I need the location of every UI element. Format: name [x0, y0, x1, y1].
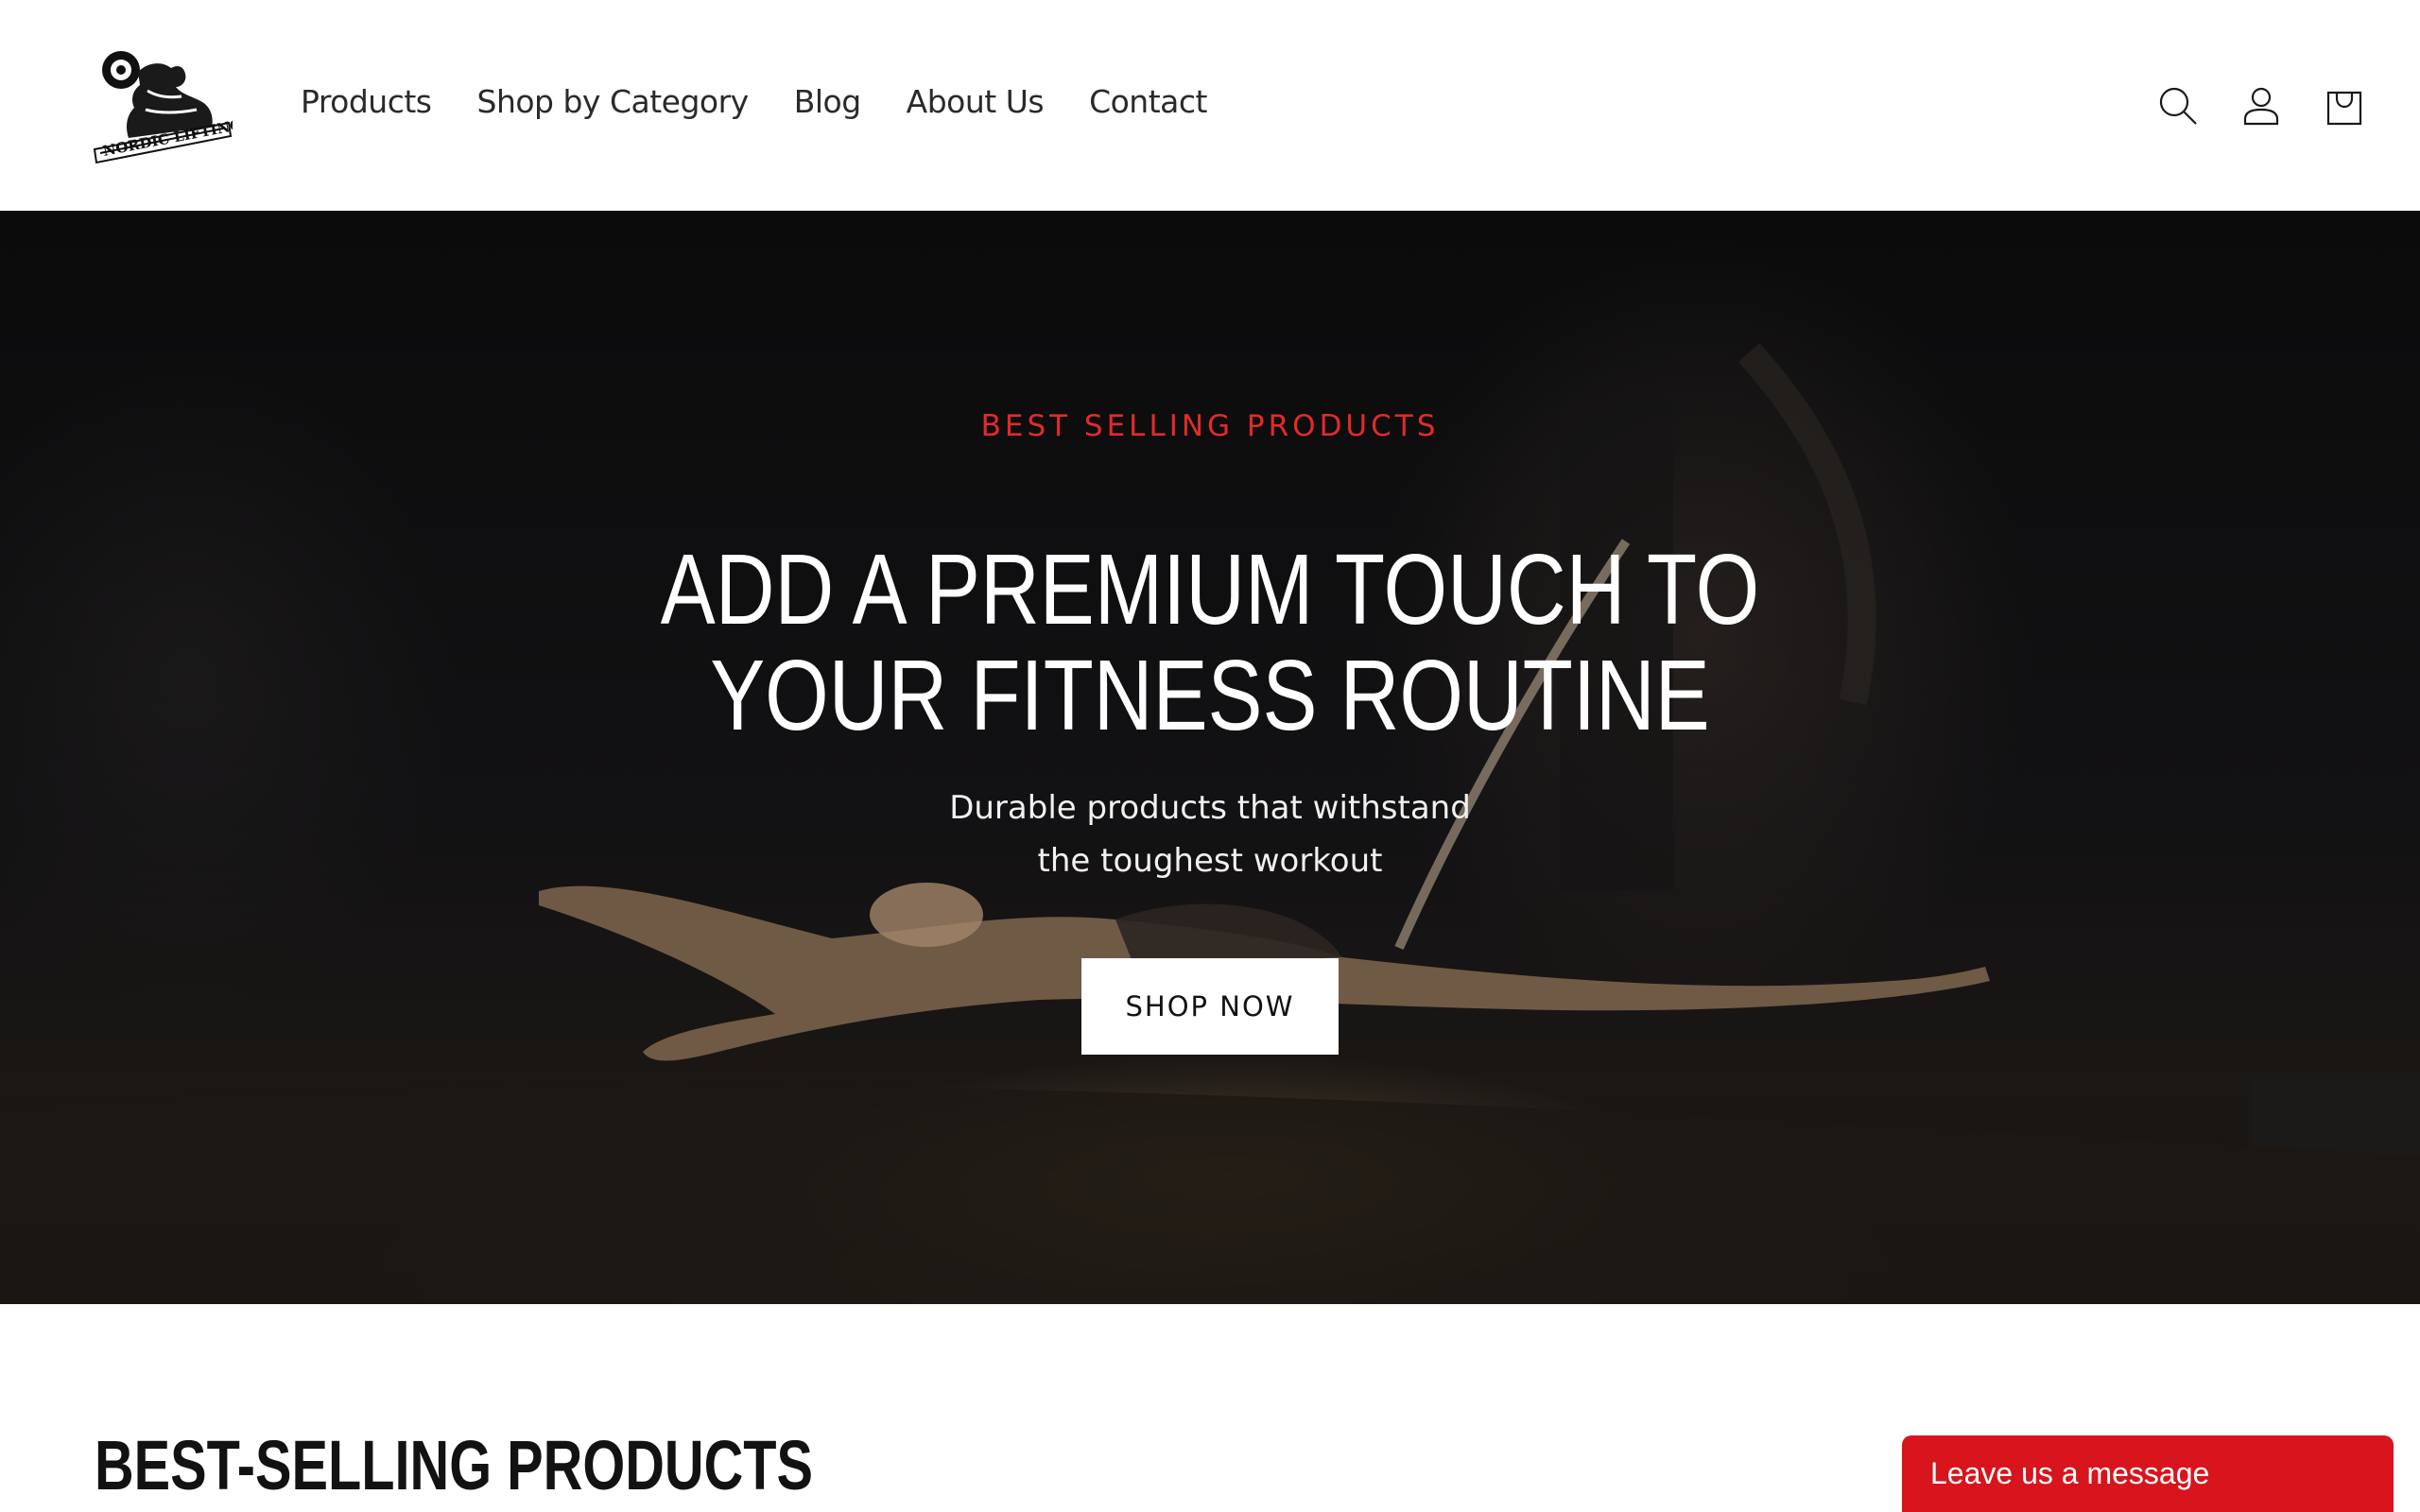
hero-content: BEST SELLING PRODUCTS ADD A PREMIUM TOUC…	[0, 211, 2420, 1304]
hero-banner: BEST SELLING PRODUCTS ADD A PREMIUM TOUC…	[0, 211, 2420, 1304]
nav-blog[interactable]: Blog	[794, 83, 861, 120]
header-icons	[2136, 79, 2420, 132]
nav-contact[interactable]: Contact	[1089, 83, 1207, 120]
site-header: NORDIC LIFTING Products Shop by Category…	[0, 0, 2420, 211]
hero-title: ADD A PREMIUM TOUCH TO YOUR FITNESS ROUT…	[217, 537, 2202, 748]
section-title: BEST-SELLING PRODUCTS	[95, 1426, 814, 1504]
search-icon[interactable]	[2152, 79, 2204, 132]
account-icon[interactable]	[2235, 79, 2288, 132]
nav-shop-by-category[interactable]: Shop by Category	[477, 83, 750, 120]
shop-now-button[interactable]: SHOP NOW	[1081, 958, 1339, 1055]
hero-eyebrow: BEST SELLING PRODUCTS	[980, 409, 1440, 443]
nav-products[interactable]: Products	[301, 83, 432, 120]
nordic-lifting-logo[interactable]: NORDIC LIFTING	[91, 43, 243, 166]
cart-icon[interactable]	[2318, 79, 2371, 132]
hero-subtitle-line-2: the toughest workout	[1037, 842, 1383, 880]
hero-subtitle-line-1: Durable products that withstand	[949, 789, 1471, 827]
leave-message-button[interactable]: Leave us a message	[1902, 1435, 2394, 1512]
hero-title-line-1: ADD A PREMIUM TOUCH TO	[660, 534, 1760, 645]
hero-subtitle: Durable products that withstand the toug…	[0, 782, 2420, 887]
nav-about-us[interactable]: About Us	[907, 83, 1045, 120]
hero-title-line-2: YOUR FITNESS ROUTINE	[710, 640, 1710, 751]
main-nav: Products Shop by Category Blog About Us …	[301, 83, 1253, 120]
